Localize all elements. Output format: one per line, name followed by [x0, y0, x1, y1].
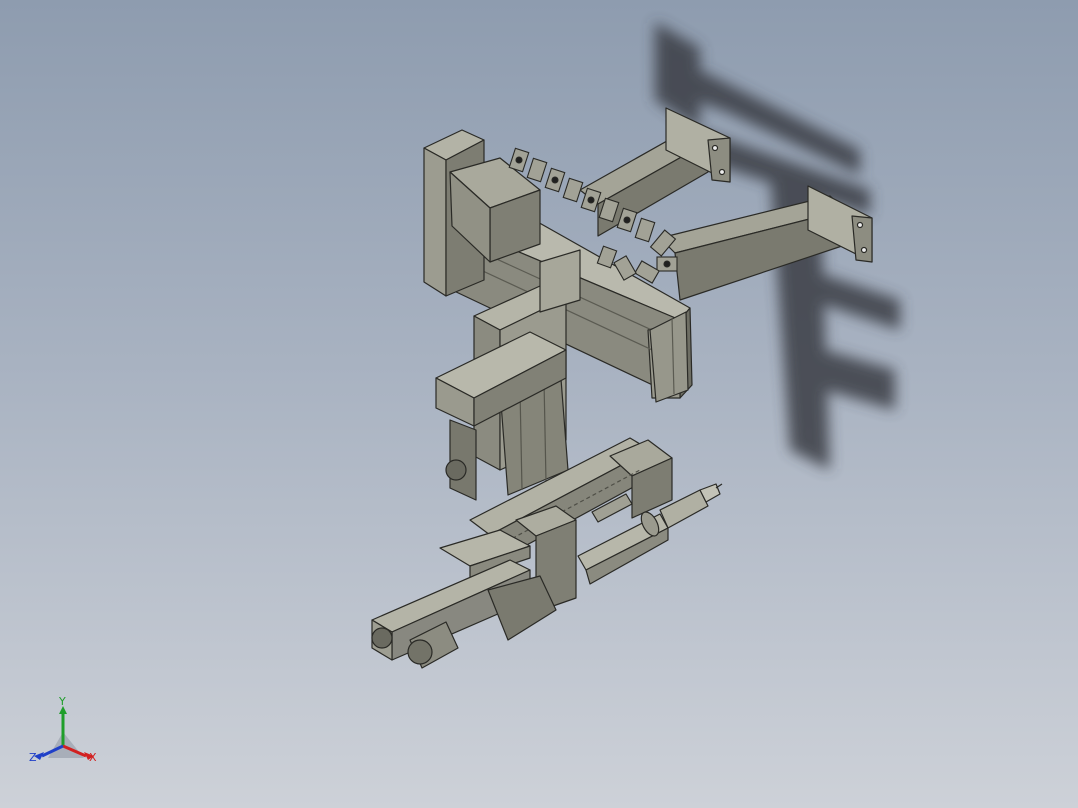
triad-y-label: Y — [59, 695, 66, 708]
triad-z-label: Z — [29, 751, 37, 764]
cad-model-scene[interactable] — [0, 0, 1078, 808]
triad-x-label: X — [89, 751, 97, 764]
graphics-viewport[interactable]: Y X Z — [0, 0, 1078, 808]
bottom-linear-axis — [371, 559, 557, 669]
view-orientation-triad[interactable]: Y X Z — [26, 694, 106, 774]
